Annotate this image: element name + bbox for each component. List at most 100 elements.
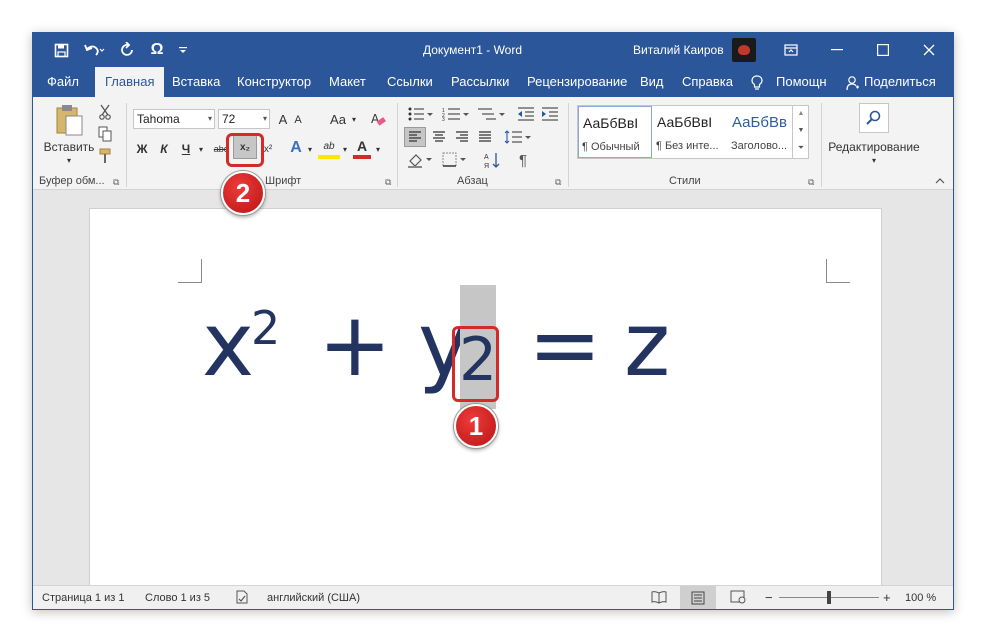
highlight-dropdown-icon[interactable]: ▾ [340, 141, 350, 157]
symbol-button[interactable]: Ω [147, 39, 167, 61]
increase-indent-icon[interactable] [540, 105, 560, 123]
bullets-icon[interactable] [406, 105, 436, 123]
format-painter-icon[interactable] [96, 147, 114, 165]
tab-insert[interactable]: Вставка [172, 67, 220, 97]
share-person-icon[interactable] [846, 67, 860, 97]
tab-home[interactable]: Главная [95, 67, 165, 97]
paste-button[interactable]: Вставить [39, 139, 99, 155]
shading-icon[interactable] [406, 150, 436, 170]
styles-more-icon[interactable]: ⏷ [793, 139, 809, 157]
zoom-in-button[interactable]: + [883, 590, 891, 605]
avatar[interactable] [732, 38, 756, 62]
font-size-value: 72 [222, 112, 236, 126]
multilevel-list-icon[interactable] [476, 105, 508, 123]
print-layout-icon[interactable] [680, 586, 716, 609]
zoom-out-button[interactable]: − [765, 590, 773, 605]
search-icon[interactable] [859, 103, 889, 133]
text-effects-button[interactable]: A [287, 137, 305, 159]
font-launcher-icon[interactable]: ⧉ [385, 177, 391, 188]
save-icon[interactable] [51, 39, 71, 61]
undo-icon[interactable] [81, 39, 107, 61]
minimize-icon[interactable] [814, 33, 860, 67]
close-icon[interactable] [906, 33, 952, 67]
tab-view[interactable]: Вид [640, 67, 664, 97]
font-color-button[interactable]: A [353, 137, 371, 159]
styles-launcher-icon[interactable]: ⧉ [808, 177, 814, 188]
sort-icon[interactable]: AЯ [482, 150, 504, 170]
word-count[interactable]: Слово 1 из 5 [145, 592, 210, 604]
formula-superscript[interactable]: 2 [251, 303, 280, 353]
decrease-indent-icon[interactable] [516, 105, 536, 123]
collapse-ribbon-icon[interactable] [933, 175, 947, 187]
zoom-level[interactable]: 100 % [905, 592, 936, 604]
shrink-font-button[interactable]: A [291, 111, 305, 129]
paste-dropdown-icon[interactable]: ▾ [63, 155, 75, 165]
align-left-icon[interactable] [404, 127, 426, 147]
justify-icon[interactable] [474, 127, 496, 147]
zoom-slider-thumb[interactable] [827, 591, 831, 604]
grow-font-button[interactable]: A [275, 109, 291, 129]
font-size-dropdown-icon[interactable]: ▾ [263, 110, 267, 128]
font-color-dropdown-icon[interactable]: ▾ [373, 141, 383, 157]
ribbon-display-icon[interactable] [768, 33, 814, 67]
styles-scroll-up-icon[interactable]: ▲ [793, 105, 809, 122]
document-title: Документ1 - Word [423, 43, 523, 57]
styles-scroll-down-icon[interactable]: ▼ [793, 122, 809, 139]
formula-x[interactable]: x [202, 295, 254, 395]
style-normal[interactable]: АаБбВвІ ¶ Обычный [578, 106, 652, 158]
style-sample: АаБбВв [732, 114, 787, 131]
formula-plus[interactable]: + [318, 295, 392, 395]
style-name: ¶ Обычный [582, 141, 640, 153]
highlight-button[interactable]: ab [318, 137, 340, 159]
maximize-icon[interactable] [860, 33, 906, 67]
underline-button[interactable]: Ч [178, 139, 194, 159]
tab-design[interactable]: Конструктор [237, 67, 311, 97]
font-size-combo[interactable]: 72 ▾ [218, 109, 270, 129]
line-spacing-icon[interactable] [503, 127, 533, 147]
proofing-icon[interactable] [235, 590, 249, 607]
formula-z[interactable]: z [624, 295, 670, 395]
web-layout-icon[interactable] [730, 590, 746, 607]
text-effects-dropdown-icon[interactable]: ▾ [305, 141, 315, 157]
editing-button[interactable]: Редактирование [826, 139, 922, 155]
svg-text:3: 3 [442, 117, 445, 121]
read-mode-icon[interactable] [651, 590, 667, 607]
tab-layout[interactable]: Макет [329, 67, 366, 97]
style-heading[interactable]: АаБбВв Заголово... [728, 106, 792, 158]
clear-formatting-icon[interactable]: A [368, 109, 388, 129]
italic-button[interactable]: К [156, 139, 172, 159]
style-no-spacing[interactable]: АаБбВвІ ¶ Без инте... [653, 106, 727, 158]
underline-dropdown-icon[interactable]: ▾ [196, 141, 206, 157]
borders-icon[interactable] [441, 150, 471, 170]
formula-equals[interactable]: = [528, 295, 602, 395]
align-center-icon[interactable] [428, 127, 450, 147]
change-case-dropdown-icon[interactable]: ▾ [349, 111, 359, 127]
user-name[interactable]: Виталий Каиров [633, 43, 724, 57]
tab-file[interactable]: Файл [47, 67, 79, 97]
paragraph-launcher-icon[interactable]: ⧉ [555, 177, 561, 188]
tab-review[interactable]: Рецензирование [527, 67, 627, 97]
redo-icon[interactable] [118, 39, 138, 61]
tab-tell-me[interactable]: Помощн [776, 67, 827, 97]
change-case-button[interactable]: Aa [327, 109, 349, 129]
font-name-dropdown-icon[interactable]: ▾ [208, 110, 212, 128]
align-right-icon[interactable] [451, 127, 473, 147]
font-name-combo[interactable]: Tahoma ▾ [133, 109, 215, 129]
tab-help[interactable]: Справка [682, 67, 733, 97]
numbering-icon[interactable]: 123 [441, 105, 473, 123]
page-count[interactable]: Страница 1 из 1 [42, 592, 124, 604]
language-status[interactable]: английский (США) [267, 592, 360, 604]
bold-button[interactable]: Ж [134, 139, 150, 159]
show-formatting-marks-button[interactable]: ¶ [513, 150, 533, 170]
tab-references[interactable]: Ссылки [387, 67, 433, 97]
copy-icon[interactable] [96, 125, 114, 143]
cut-icon[interactable] [96, 103, 114, 121]
customize-icon[interactable] [175, 39, 191, 61]
paste-icon[interactable] [53, 103, 85, 137]
callout-badge-1: 1 [454, 404, 498, 448]
tab-mailings[interactable]: Рассылки [451, 67, 509, 97]
clipboard-launcher-icon[interactable]: ⧉ [113, 177, 119, 188]
tab-share[interactable]: Поделиться [864, 67, 936, 97]
editing-dropdown-icon[interactable]: ▾ [868, 155, 880, 165]
tell-me-lightbulb-icon[interactable] [751, 67, 763, 97]
